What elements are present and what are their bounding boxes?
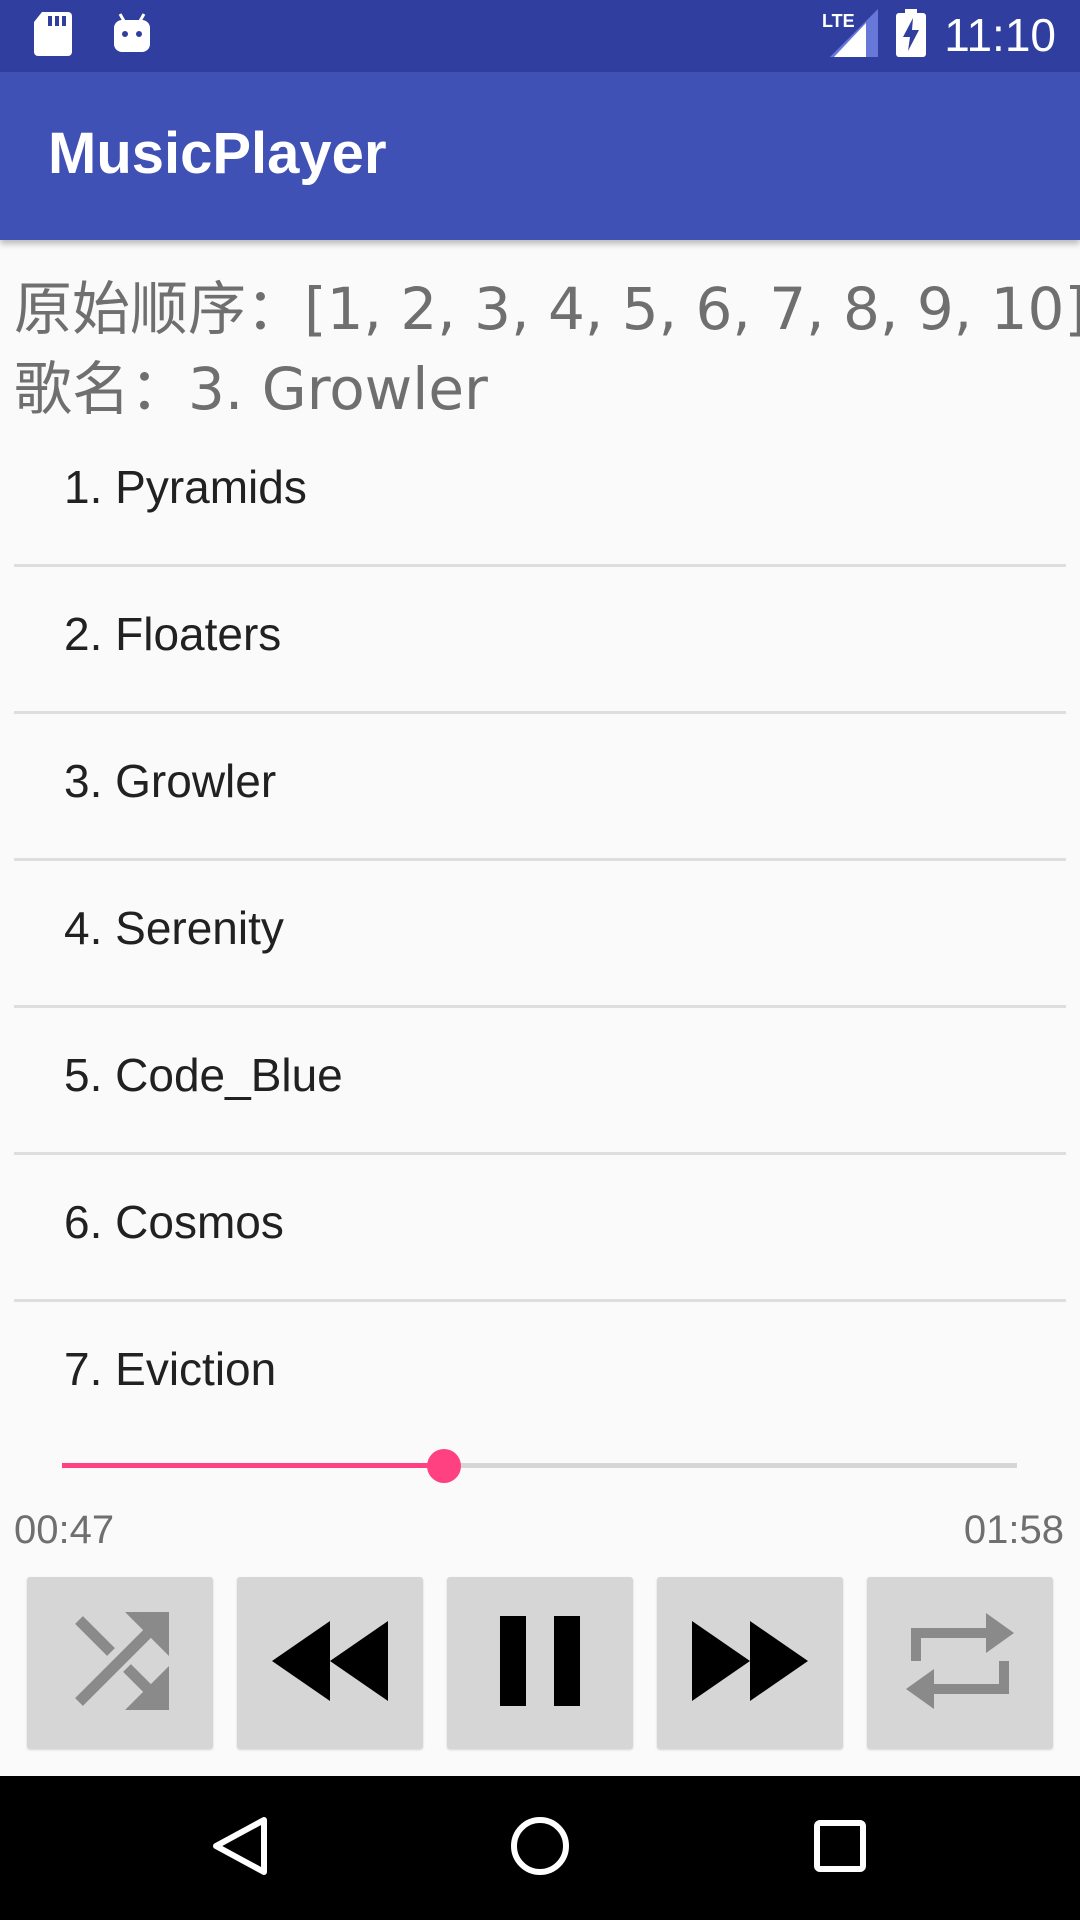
status-bar: LTE 11:10 <box>0 0 1080 72</box>
song-item-1[interactable]: 1. Pyramids <box>14 420 1066 567</box>
elapsed-time: 00:47 <box>14 1508 115 1552</box>
rewind-icon <box>272 1621 388 1705</box>
fast-forward-icon <box>692 1621 808 1705</box>
svg-text:LTE: LTE <box>822 11 855 31</box>
seek-progress <box>62 1463 444 1468</box>
back-icon <box>212 1816 268 1880</box>
repeat-button[interactable] <box>867 1577 1053 1749</box>
song-item-5[interactable]: 5. Code_Blue <box>14 1008 1066 1155</box>
rewind-button[interactable] <box>237 1577 423 1749</box>
song-item-2[interactable]: 2. Floaters <box>14 567 1066 714</box>
song-item-6[interactable]: 6. Cosmos <box>14 1155 1066 1302</box>
song-label: 4. Serenity <box>64 902 284 954</box>
back-button[interactable] <box>160 1776 320 1920</box>
song-label: 1. Pyramids <box>64 461 307 513</box>
song-item-3[interactable]: 3. Growler <box>14 714 1066 861</box>
song-list: 1. Pyramids 2. Floaters 3. Growler 4. Se… <box>14 420 1066 1449</box>
song-label: 3. Growler <box>64 755 277 807</box>
playback-controls <box>27 1577 1053 1749</box>
lte-signal-icon: LTE <box>822 9 879 61</box>
original-order-text: 原始顺序：[1, 2, 3, 4, 5, 6, 7, 8, 9, 10] <box>14 275 1080 343</box>
current-song-text: 歌名：3. Growler <box>14 355 488 423</box>
pause-icon <box>500 1616 580 1710</box>
fast-forward-button[interactable] <box>657 1577 843 1749</box>
shuffle-icon <box>65 1606 175 1720</box>
sd-card-icon <box>34 12 72 60</box>
song-item-4[interactable]: 4. Serenity <box>14 861 1066 1008</box>
shuffle-button[interactable] <box>27 1577 213 1749</box>
home-button[interactable] <box>460 1776 620 1920</box>
song-item-7[interactable]: 7. Eviction <box>14 1302 1066 1449</box>
app-bar: MusicPlayer <box>0 72 1080 240</box>
pause-button[interactable] <box>447 1577 633 1749</box>
seek-bar[interactable] <box>62 1446 1017 1486</box>
recents-button[interactable] <box>760 1776 920 1920</box>
song-label: 2. Floaters <box>64 608 282 660</box>
android-debug-icon <box>112 12 152 60</box>
status-time: 11:10 <box>944 9 1056 61</box>
seek-thumb[interactable] <box>427 1449 461 1483</box>
navigation-bar <box>0 1776 1080 1920</box>
repeat-icon <box>902 1603 1018 1723</box>
total-time: 01:58 <box>963 1508 1064 1552</box>
song-label: 7. Eviction <box>64 1343 277 1395</box>
home-icon <box>510 1816 570 1880</box>
battery-charging-icon <box>896 9 927 61</box>
song-label: 5. Code_Blue <box>64 1049 343 1101</box>
recents-icon <box>814 1820 866 1876</box>
app-title: MusicPlayer <box>48 121 387 186</box>
song-label: 6. Cosmos <box>64 1196 284 1248</box>
